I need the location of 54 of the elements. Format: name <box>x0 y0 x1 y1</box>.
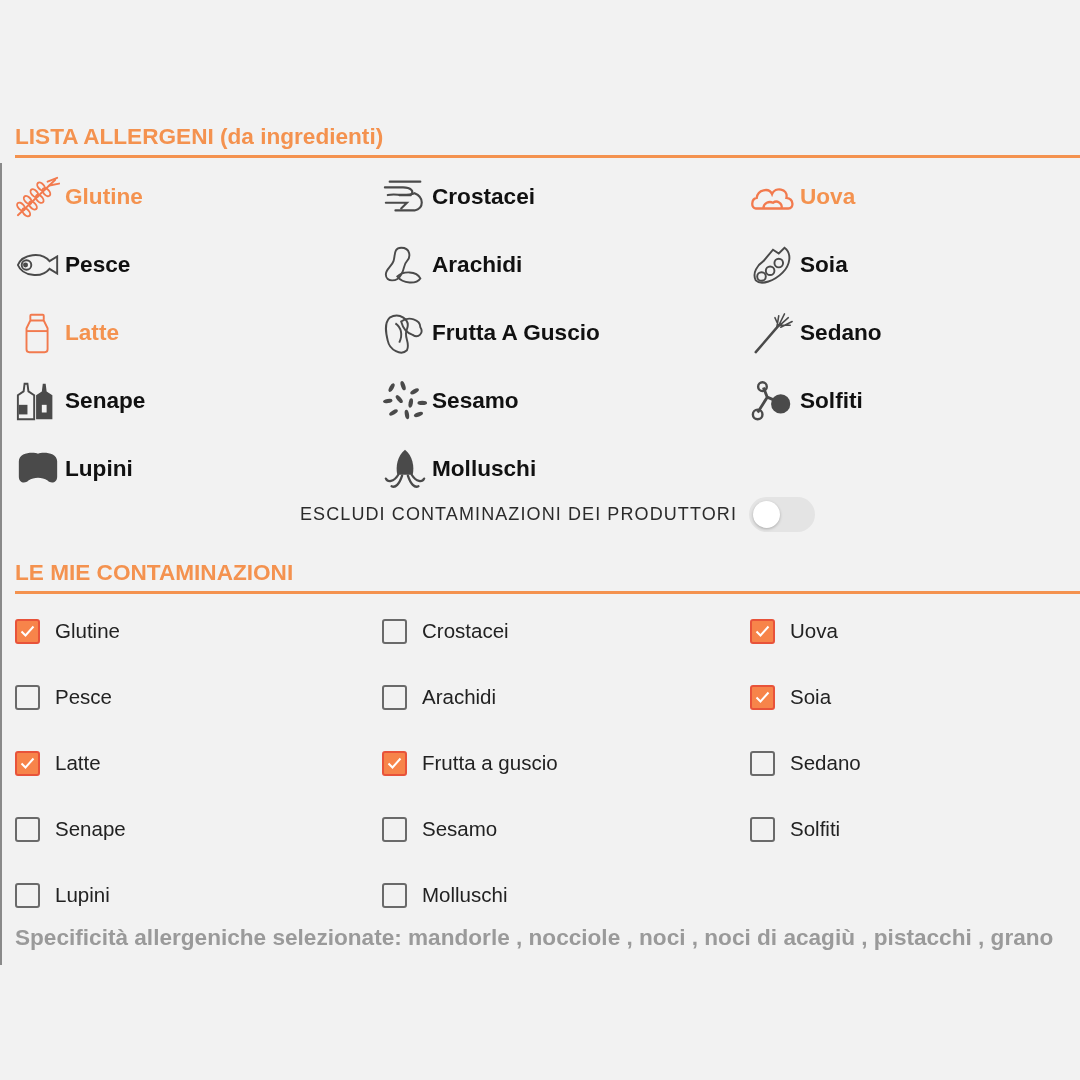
checkbox-label: Arachidi <box>422 685 497 709</box>
allergen-label: Solfiti <box>800 388 863 414</box>
checkbox-label: Sesamo <box>422 817 498 841</box>
checkbox[interactable] <box>15 750 40 776</box>
checkbox-label: Sedano <box>790 751 861 775</box>
checkbox-label: Lupini <box>55 883 110 907</box>
checkbox-label: Latte <box>55 751 101 775</box>
checkbox-label: Pesce <box>55 685 112 709</box>
selected-specifics-text: Specificità allergeniche selezionate: mandorle , nocciole , noci , noci di acagiù , pistacchi , grano <box>15 925 1055 952</box>
checkbox-label: Glutine <box>55 619 120 643</box>
allergen-label: Molluschi <box>432 456 537 482</box>
checkbox[interactable] <box>382 684 407 710</box>
allergen-label: Sesamo <box>432 388 519 414</box>
allergen-label: Soia <box>800 252 848 278</box>
toggle-switch[interactable] <box>749 496 816 532</box>
allergen-label: Uova <box>800 184 856 210</box>
checkbox-label: Soia <box>790 685 832 709</box>
checkbox[interactable] <box>750 684 775 710</box>
checkbox[interactable] <box>382 618 407 644</box>
checkbox[interactable] <box>15 618 40 644</box>
checkbox[interactable] <box>382 816 407 842</box>
checkbox[interactable] <box>750 816 775 842</box>
section-title: LE MIE CONTAMINAZIONI <box>15 560 295 586</box>
checkbox[interactable] <box>15 882 40 908</box>
toggle-label: ESCLUDI CONTAMINAZIONI DEI PRODUTTORI <box>299 503 738 525</box>
checkbox[interactable] <box>750 618 775 644</box>
checkbox[interactable] <box>382 882 407 908</box>
allergen-label: Latte <box>65 320 119 346</box>
allergen-label: Glutine <box>65 184 143 210</box>
checkbox[interactable] <box>15 816 40 842</box>
checkmark-icon <box>387 757 402 769</box>
checkmark-icon <box>20 757 35 769</box>
checkbox[interactable] <box>15 684 40 710</box>
section-title: LISTA ALLERGENI (da ingredienti) <box>15 124 385 150</box>
checkbox[interactable] <box>382 750 407 776</box>
wheat-icon <box>15 175 61 219</box>
checkbox[interactable] <box>750 750 775 776</box>
checkbox-label: Frutta a guscio <box>422 751 558 775</box>
checkbox-label: Molluschi <box>422 883 508 907</box>
allergen-label: Crostacei <box>432 184 535 210</box>
squid-icon <box>382 447 428 491</box>
allergen-label: Frutta A Guscio <box>432 320 600 346</box>
checkbox-label: Uova <box>790 619 838 643</box>
checkbox-label: Solfiti <box>790 817 841 841</box>
allergen-label: Arachidi <box>432 252 523 278</box>
allergen-label: Pesce <box>65 252 131 278</box>
checkmark-icon <box>755 691 770 703</box>
checkmark-icon <box>20 625 35 637</box>
allergen-label: Lupini <box>65 456 133 482</box>
checkbox-label: Senape <box>55 817 126 841</box>
allergen-label: Sedano <box>800 320 882 346</box>
allergen-label: Senape <box>65 388 146 414</box>
checkbox-label: Crostacei <box>422 619 509 643</box>
checkmark-icon <box>755 625 770 637</box>
